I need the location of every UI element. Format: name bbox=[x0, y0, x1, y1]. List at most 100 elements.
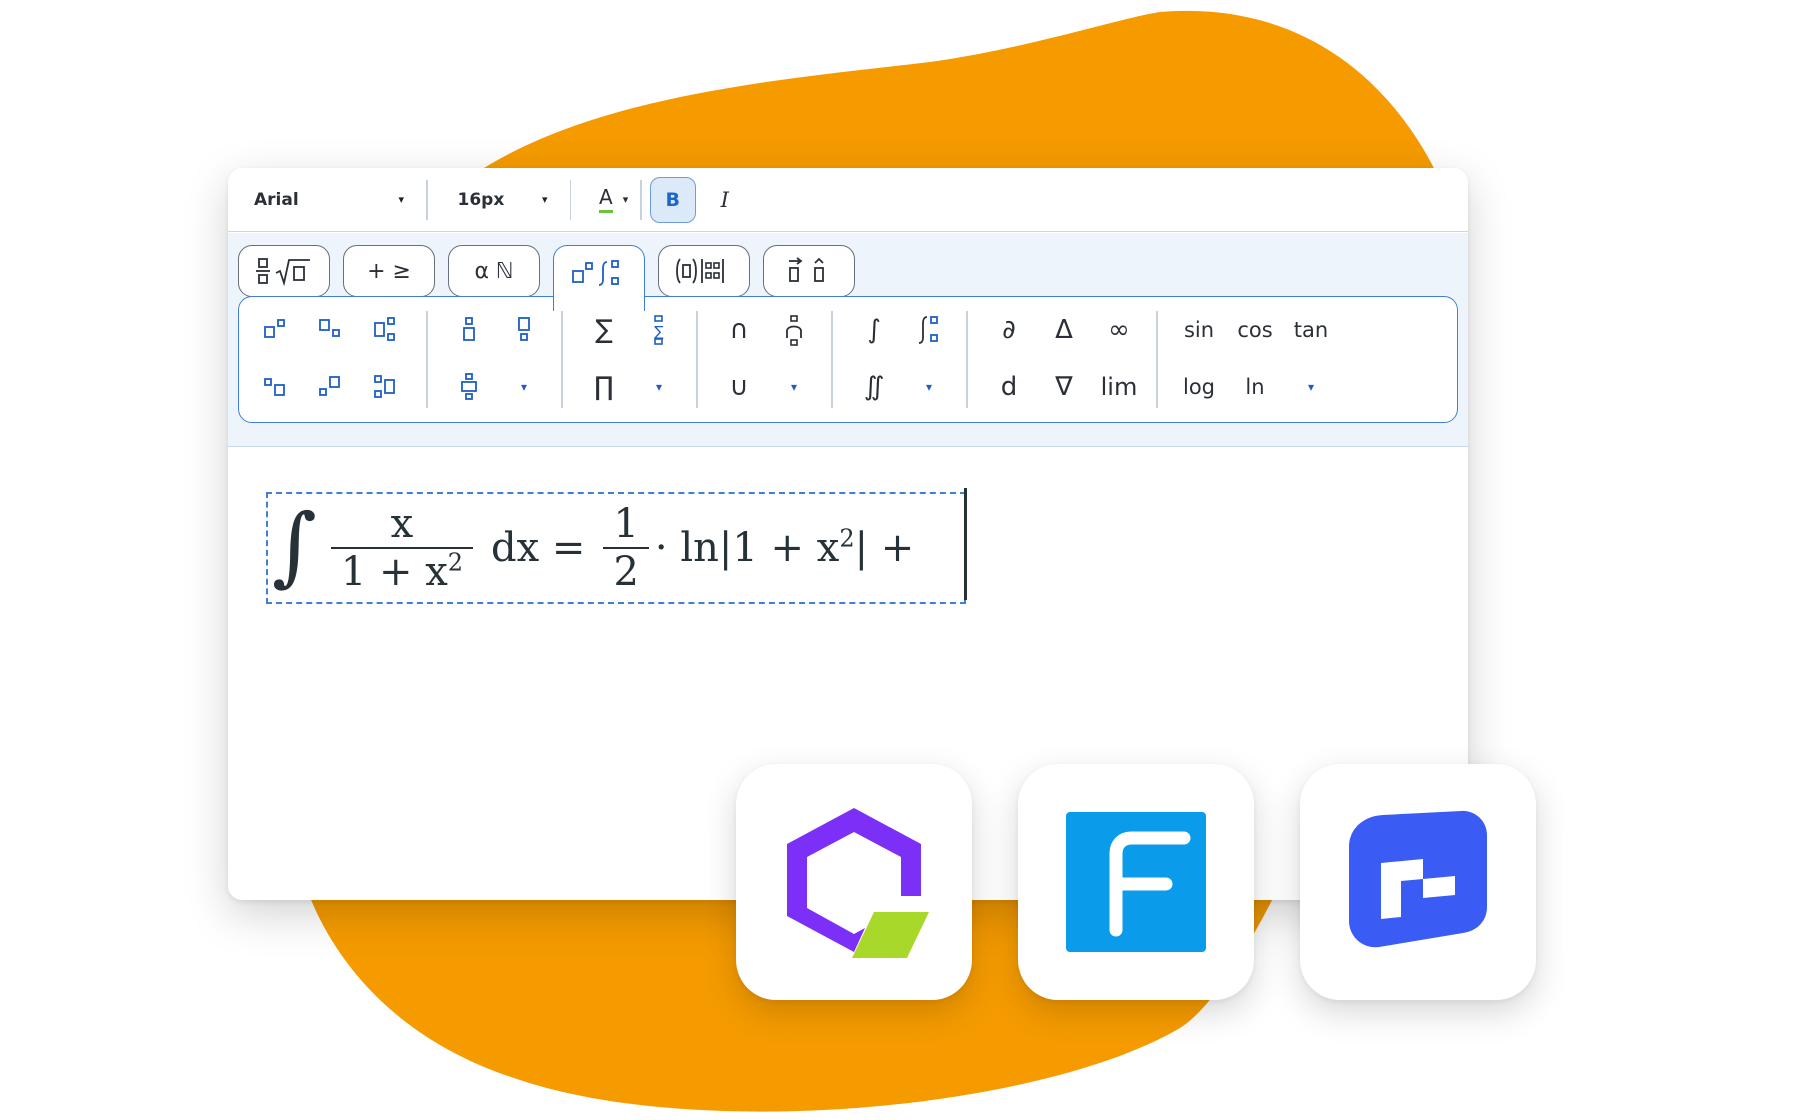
palette-divider bbox=[696, 311, 698, 408]
blue-f-app-icon[interactable] bbox=[1018, 764, 1254, 1000]
more-set-ops-dropdown[interactable]: ▾ bbox=[772, 365, 816, 409]
tab-symbols[interactable]: α ℕ bbox=[448, 245, 540, 297]
toolbar-divider bbox=[640, 179, 642, 220]
more-scripts-dropdown[interactable]: ▾ bbox=[502, 365, 546, 409]
formula-tail: | + bbox=[854, 525, 915, 571]
sum-button[interactable]: ∑ bbox=[582, 308, 626, 352]
formula-dx-equals: dx = bbox=[491, 525, 586, 571]
formula-ln-term: · ln|1 + x2| + bbox=[655, 525, 914, 571]
toolbar-divider bbox=[569, 179, 571, 220]
hexagon-logo-icon bbox=[787, 808, 929, 958]
integral-limits-button[interactable] bbox=[907, 308, 951, 352]
square-logo-icon bbox=[1349, 810, 1487, 948]
palette-divider bbox=[831, 311, 833, 408]
bold-button[interactable]: B bbox=[649, 176, 696, 223]
left-subscript-button[interactable] bbox=[254, 365, 298, 409]
palette-divider bbox=[561, 311, 563, 408]
chevron-down-icon: ▾ bbox=[622, 193, 629, 206]
scripts-integral-icon bbox=[572, 259, 619, 286]
intersection-limits-button[interactable] bbox=[772, 308, 816, 352]
cos-button[interactable]: cos bbox=[1228, 308, 1282, 352]
tab-operators[interactable]: + ≥ bbox=[343, 245, 435, 297]
overscript-icon bbox=[463, 317, 475, 341]
denominator-exponent: 2 bbox=[447, 548, 464, 577]
f-logo-icon bbox=[1066, 812, 1206, 952]
union-button[interactable]: ∪ bbox=[717, 365, 761, 409]
underscript-button[interactable] bbox=[502, 308, 546, 352]
formula-half: 1 2 bbox=[603, 501, 649, 593]
superscript-icon bbox=[264, 319, 285, 338]
formula: ∫ x 1 + x2 dx = 1 2 · ln|1 + x2| + bbox=[272, 494, 914, 602]
ln-term-base: · ln|1 + x bbox=[654, 525, 840, 571]
italic-button[interactable]: I bbox=[710, 180, 740, 220]
sub-superscript-button[interactable] bbox=[364, 308, 408, 352]
fraction-denominator: 1 + x2 bbox=[330, 547, 474, 595]
intersection-limits-icon bbox=[786, 315, 802, 346]
fraction-numerator: x bbox=[390, 501, 414, 547]
font-family-select[interactable]: Arial ▾ bbox=[254, 180, 404, 220]
font-size-value: 16px bbox=[457, 189, 505, 210]
over-underscript-button[interactable] bbox=[447, 365, 491, 409]
svg-text:∑: ∑ bbox=[654, 324, 664, 340]
palette-divider bbox=[1156, 311, 1158, 408]
tab-accents[interactable] bbox=[763, 245, 855, 297]
subscript-button[interactable] bbox=[309, 308, 353, 352]
tan-button[interactable]: tan bbox=[1284, 308, 1338, 352]
half-numerator: 1 bbox=[613, 501, 639, 547]
formula-fraction: x 1 + x2 bbox=[330, 501, 474, 595]
delta-button[interactable]: Δ bbox=[1042, 308, 1086, 352]
palette-divider bbox=[426, 311, 428, 408]
more-functions-dropdown[interactable]: ▾ bbox=[1289, 365, 1333, 409]
tab-brackets-matrix[interactable] bbox=[658, 245, 750, 297]
chevron-down-icon: ▾ bbox=[541, 193, 548, 206]
format-toolbar: Arial ▾ 16px ▾ A ▾ B I bbox=[228, 168, 1468, 232]
font-size-select[interactable]: 16px ▾ bbox=[458, 180, 548, 220]
underscript-icon bbox=[518, 317, 530, 341]
sin-button[interactable]: sin bbox=[1172, 308, 1226, 352]
left-superscript-button[interactable] bbox=[309, 365, 353, 409]
formula-integral-sign: ∫ bbox=[272, 496, 317, 596]
left-subscript-icon bbox=[264, 378, 285, 396]
fraction-sqrt-icon bbox=[256, 258, 310, 286]
log-button[interactable]: log bbox=[1172, 365, 1226, 409]
partial-button[interactable]: ∂ bbox=[987, 308, 1031, 352]
integral-button[interactable]: ∫ bbox=[852, 308, 896, 352]
tab-fractions-roots[interactable] bbox=[238, 245, 330, 297]
differential-button[interactable]: d bbox=[987, 365, 1031, 409]
limit-button[interactable]: lim bbox=[1097, 365, 1141, 409]
text-color-icon: A bbox=[599, 187, 613, 213]
text-color-button[interactable]: A ▾ bbox=[599, 180, 628, 220]
purple-hexagon-app-icon[interactable] bbox=[736, 764, 972, 1000]
chevron-down-icon: ▾ bbox=[398, 193, 404, 206]
more-sums-dropdown[interactable]: ▾ bbox=[637, 365, 681, 409]
superscript-button[interactable] bbox=[254, 308, 298, 352]
toolbar-divider bbox=[426, 179, 428, 220]
double-integral-button[interactable]: ∬ bbox=[852, 365, 896, 409]
more-integrals-dropdown[interactable]: ▾ bbox=[907, 365, 951, 409]
vector-hat-icon bbox=[789, 257, 824, 282]
left-sub-superscript-button[interactable] bbox=[364, 365, 408, 409]
denominator-base: 1 + x bbox=[340, 549, 448, 595]
math-palette-area: + ≥ α ℕ ▾ ∑ ∑ ∏ ▾ ∩ ∪ ▾ ∫ ∬ ▾ ∂ Δ ∞ d ∇ … bbox=[228, 233, 1468, 447]
ln-term-exponent: 2 bbox=[839, 524, 855, 553]
tab-scripts-integrals[interactable] bbox=[553, 245, 645, 311]
overscript-button[interactable] bbox=[447, 308, 491, 352]
scripts-integrals-palette: ▾ ∑ ∑ ∏ ▾ ∩ ∪ ▾ ∫ ∬ ▾ ∂ Δ ∞ d ∇ lim sin … bbox=[238, 296, 1458, 423]
left-superscript-icon bbox=[319, 376, 340, 396]
sum-limits-button[interactable]: ∑ bbox=[637, 308, 681, 352]
sum-limits-icon: ∑ bbox=[654, 315, 664, 345]
over-underscript-icon bbox=[461, 373, 477, 400]
sub-superscript-icon bbox=[374, 317, 395, 341]
subscript-icon bbox=[319, 319, 340, 337]
intersection-button[interactable]: ∩ bbox=[717, 308, 761, 352]
font-family-value: Arial bbox=[254, 189, 299, 210]
palette-divider bbox=[966, 311, 968, 408]
infinity-button[interactable]: ∞ bbox=[1097, 308, 1141, 352]
formula-selection[interactable]: ∫ x 1 + x2 dx = 1 2 · ln|1 + x2| + bbox=[266, 492, 966, 604]
product-button[interactable]: ∏ bbox=[582, 365, 626, 409]
bracket-matrix-icon bbox=[676, 258, 724, 284]
ln-button[interactable]: ln bbox=[1228, 365, 1282, 409]
blue-square-app-icon[interactable] bbox=[1300, 764, 1536, 1000]
left-sub-superscript-icon bbox=[374, 375, 395, 398]
nabla-button[interactable]: ∇ bbox=[1042, 365, 1086, 409]
